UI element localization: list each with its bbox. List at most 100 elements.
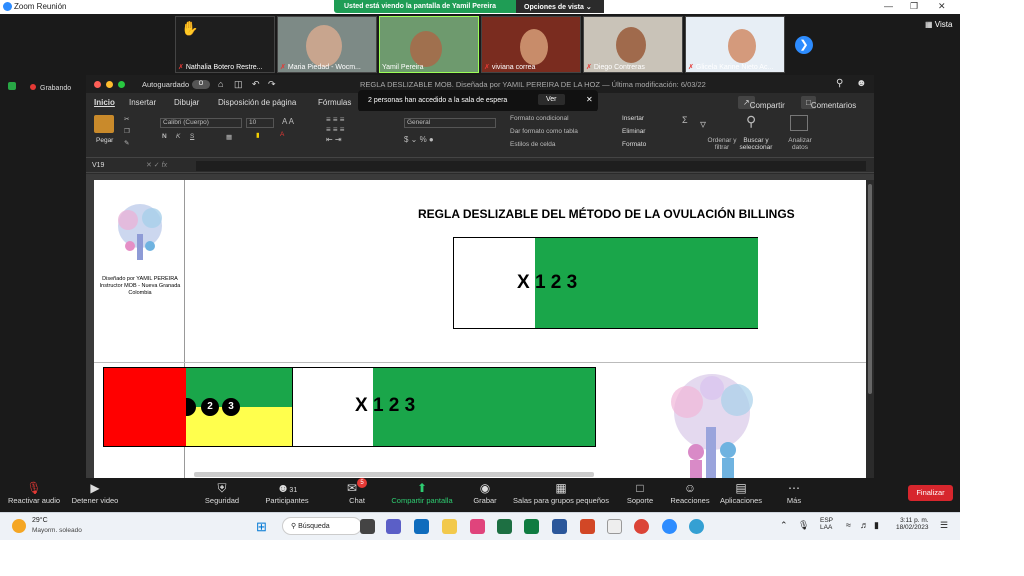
cut-icon[interactable]: ✂ — [124, 115, 129, 123]
worksheet[interactable]: Diseñado por YAMIL PEREIRA Instructor MO… — [94, 180, 866, 478]
insert-cells-button[interactable]: Insertar — [622, 115, 644, 122]
find-icon[interactable]: ⚲ — [746, 113, 756, 130]
next-participants-button[interactable]: ❯ — [795, 36, 813, 54]
close-traffic-light[interactable] — [94, 81, 101, 88]
teams-icon[interactable] — [386, 519, 401, 534]
breakout-rooms-button[interactable]: ▦ Salas para grupos pequeños — [512, 478, 610, 505]
close-notification-icon[interactable]: ✕ — [586, 95, 593, 104]
undo-icon[interactable]: ↶ — [252, 79, 260, 90]
fill-color-icon[interactable]: ▮ — [256, 131, 260, 139]
close-icon[interactable]: ✕ — [938, 1, 946, 12]
recording-indicator[interactable]: Grabando — [8, 82, 71, 92]
autosave-toggle[interactable]: O — [192, 80, 210, 89]
reactions-button[interactable]: ☺ Reacciones — [668, 478, 712, 505]
battery-icon[interactable]: ▮ — [874, 520, 879, 531]
zoom-taskbar-icon[interactable] — [662, 519, 677, 534]
tray-chevron-icon[interactable]: ⌃ — [780, 520, 788, 531]
borders-icon[interactable]: ▦ — [226, 133, 232, 141]
language-indicator[interactable]: ESP LAA — [820, 517, 833, 531]
tab-inicio[interactable]: Inicio — [94, 98, 115, 107]
end-meeting-button[interactable]: Finalizar — [908, 485, 953, 501]
participant-tile[interactable]: Yamil Pereira — [379, 16, 479, 73]
horizontal-scrollbar[interactable] — [194, 472, 594, 477]
view-button[interactable]: ▦ Vista — [925, 20, 952, 29]
view-options-button[interactable]: Opciones de vista ⌄ — [516, 0, 604, 13]
tab-formulas[interactable]: Fórmulas — [318, 98, 351, 107]
underline-icon[interactable]: S — [190, 133, 194, 140]
taskbar-search[interactable]: ⚲ Búsqueda — [282, 517, 362, 535]
unmute-button[interactable]: 🎙 Reactivar audio — [6, 478, 62, 505]
number-format-select[interactable]: General — [404, 118, 496, 128]
format-as-table-button[interactable]: Dar formato como tabla — [510, 128, 578, 135]
comments-button[interactable]: □ Comentarios — [801, 96, 856, 110]
font-size-select[interactable]: 10 — [246, 118, 274, 128]
volume-icon[interactable]: ♬ — [860, 520, 869, 530]
weather-desc[interactable]: Mayorm. soleado — [32, 527, 82, 534]
notepad-icon[interactable] — [607, 519, 622, 534]
restore-icon[interactable]: ❐ — [910, 1, 918, 12]
weather-icon[interactable] — [12, 519, 26, 533]
vertical-scrollbar[interactable] — [866, 180, 874, 478]
wifi-icon[interactable]: ≈ — [846, 520, 851, 530]
apps-button[interactable]: ▤ Aplicaciones — [718, 478, 764, 505]
redo-icon[interactable]: ↷ — [268, 79, 276, 90]
store-icon[interactable] — [470, 519, 485, 534]
search-icon[interactable]: ⚲ — [836, 78, 843, 89]
zoom-traffic-light[interactable] — [118, 81, 125, 88]
clipboard-icon[interactable] — [94, 115, 114, 133]
font-select[interactable]: Calibri (Cuerpo) — [160, 118, 242, 128]
italic-icon[interactable]: K — [176, 133, 180, 140]
word-icon[interactable] — [552, 519, 567, 534]
paste-label[interactable]: Pegar — [96, 137, 113, 144]
powerpoint-icon[interactable] — [580, 519, 595, 534]
participant-tile[interactable]: ✗ viviana correa — [481, 16, 581, 73]
minimize-traffic-light[interactable] — [106, 81, 113, 88]
windows-start-icon[interactable]: ⊞ — [256, 519, 267, 535]
participant-tile[interactable]: ✗ Maria Piedad - Wocm... — [277, 16, 377, 73]
align-icons[interactable]: ≡ ≡ ≡ ≡ ≡ ≡ ⇤ ⇥ — [326, 115, 344, 145]
participant-tile[interactable]: ✗ Diego Contreras — [583, 16, 683, 73]
minimize-icon[interactable]: — — [884, 1, 893, 11]
tab-disposicion[interactable]: Disposición de página — [218, 98, 296, 107]
analyze-data-button[interactable]: Analizar datos — [782, 137, 818, 151]
edge-icon[interactable] — [414, 519, 429, 534]
project-icon[interactable] — [524, 519, 539, 534]
find-select-button[interactable]: Buscar y seleccionar — [734, 137, 778, 151]
participant-tile[interactable]: ✋ ✗ Nathalia Botero Restre... — [175, 16, 275, 73]
weather-temp[interactable]: 29°C — [32, 517, 48, 524]
more-button[interactable]: ⋯ Más — [780, 478, 808, 505]
cell-styles-button[interactable]: Estilos de celda — [510, 141, 556, 148]
stop-video-button[interactable]: ▶ Detener video — [68, 478, 122, 505]
tab-dibujar[interactable]: Dibujar — [174, 98, 199, 107]
share-screen-button[interactable]: ⬆ Compartir pantalla — [388, 478, 456, 505]
save-icon[interactable]: ◫ — [234, 79, 243, 90]
task-view-icon[interactable] — [360, 519, 375, 534]
security-button[interactable]: ⛨ Seguridad — [200, 478, 244, 505]
chrome-icon[interactable] — [634, 519, 649, 534]
tab-insertar[interactable]: Insertar — [129, 98, 156, 107]
chat-button[interactable]: ✉ 5 Chat — [340, 478, 374, 505]
name-box[interactable]: V19 — [92, 162, 104, 169]
participant-tile[interactable]: ✗ Glicela Karine Nieto Ac... — [685, 16, 785, 73]
file-explorer-icon[interactable] — [442, 519, 457, 534]
format-painter-icon[interactable]: ✎ — [124, 139, 129, 147]
conditional-format-button[interactable]: Formato condicional — [510, 115, 569, 122]
autosum-icon[interactable]: Σ — [682, 115, 688, 125]
format-cells-button[interactable]: Formato — [622, 141, 646, 148]
currency-icon[interactable]: $ ⌄ % ● — [404, 135, 434, 144]
people-icon[interactable]: ☻ — [856, 78, 867, 89]
clock[interactable]: 3:11 p. m. 18/02/2023 — [896, 517, 929, 531]
participants-button[interactable]: ☻31 Participantes — [262, 478, 312, 505]
delete-cells-button[interactable]: Eliminar — [622, 128, 645, 135]
browser-icon[interactable] — [689, 519, 704, 534]
formula-input[interactable] — [196, 161, 866, 171]
home-icon[interactable]: ⌂ — [218, 79, 223, 89]
view-waiting-room-button[interactable]: Ver — [538, 94, 565, 105]
excel-icon[interactable] — [497, 519, 512, 534]
copy-icon[interactable]: ❐ — [124, 127, 130, 135]
font-grow-icon[interactable]: A A — [282, 117, 294, 126]
font-color-icon[interactable]: A — [280, 131, 284, 138]
microphone-icon[interactable]: 🎙 — [798, 520, 809, 531]
record-button[interactable]: ◉ Grabar — [470, 478, 500, 505]
notifications-icon[interactable]: ☰ — [940, 520, 948, 531]
